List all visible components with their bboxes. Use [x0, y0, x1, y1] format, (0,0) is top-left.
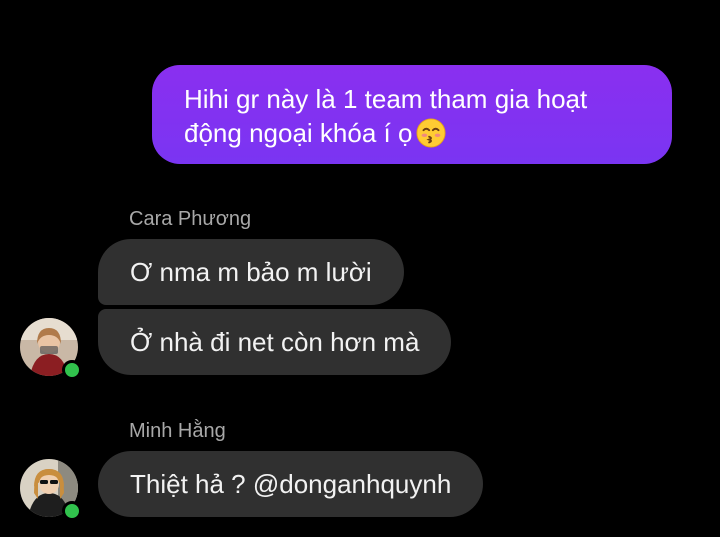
online-status-dot — [62, 360, 82, 380]
sender-name-minh: Minh Hằng — [129, 420, 226, 442]
sent-message-line-2: động ngoại khóa í ọ — [184, 116, 642, 150]
online-status-dot — [62, 501, 82, 521]
received-message-bubble[interactable]: Ơ nma m bảo m lười — [98, 239, 404, 305]
sent-message-bubble[interactable]: Hihi gr này là 1 team tham gia hoạt động… — [152, 65, 672, 164]
sent-message-line-2-text: động ngoại khóa í ọ — [184, 118, 413, 148]
kissing-face-emoji-icon — [416, 118, 446, 148]
received-message-bubble[interactable]: Thiệt hả ? @donganhquynh — [98, 451, 484, 517]
message-text: Ơ nma m bảo m lười — [130, 257, 372, 287]
sent-message-line-1: Hihi gr này là 1 team tham gia hoạt — [184, 84, 588, 114]
sender-name-cara: Cara Phương — [129, 208, 252, 230]
received-message-bubble[interactable]: Ở nhà đi net còn hơn mà — [98, 309, 452, 375]
avatar-minh[interactable] — [20, 459, 82, 521]
message-text: Ở nhà đi net còn hơn mà — [130, 327, 420, 357]
avatar-cara[interactable] — [20, 318, 82, 380]
message-text: Thiệt hả ? @donganhquynh — [130, 469, 452, 499]
